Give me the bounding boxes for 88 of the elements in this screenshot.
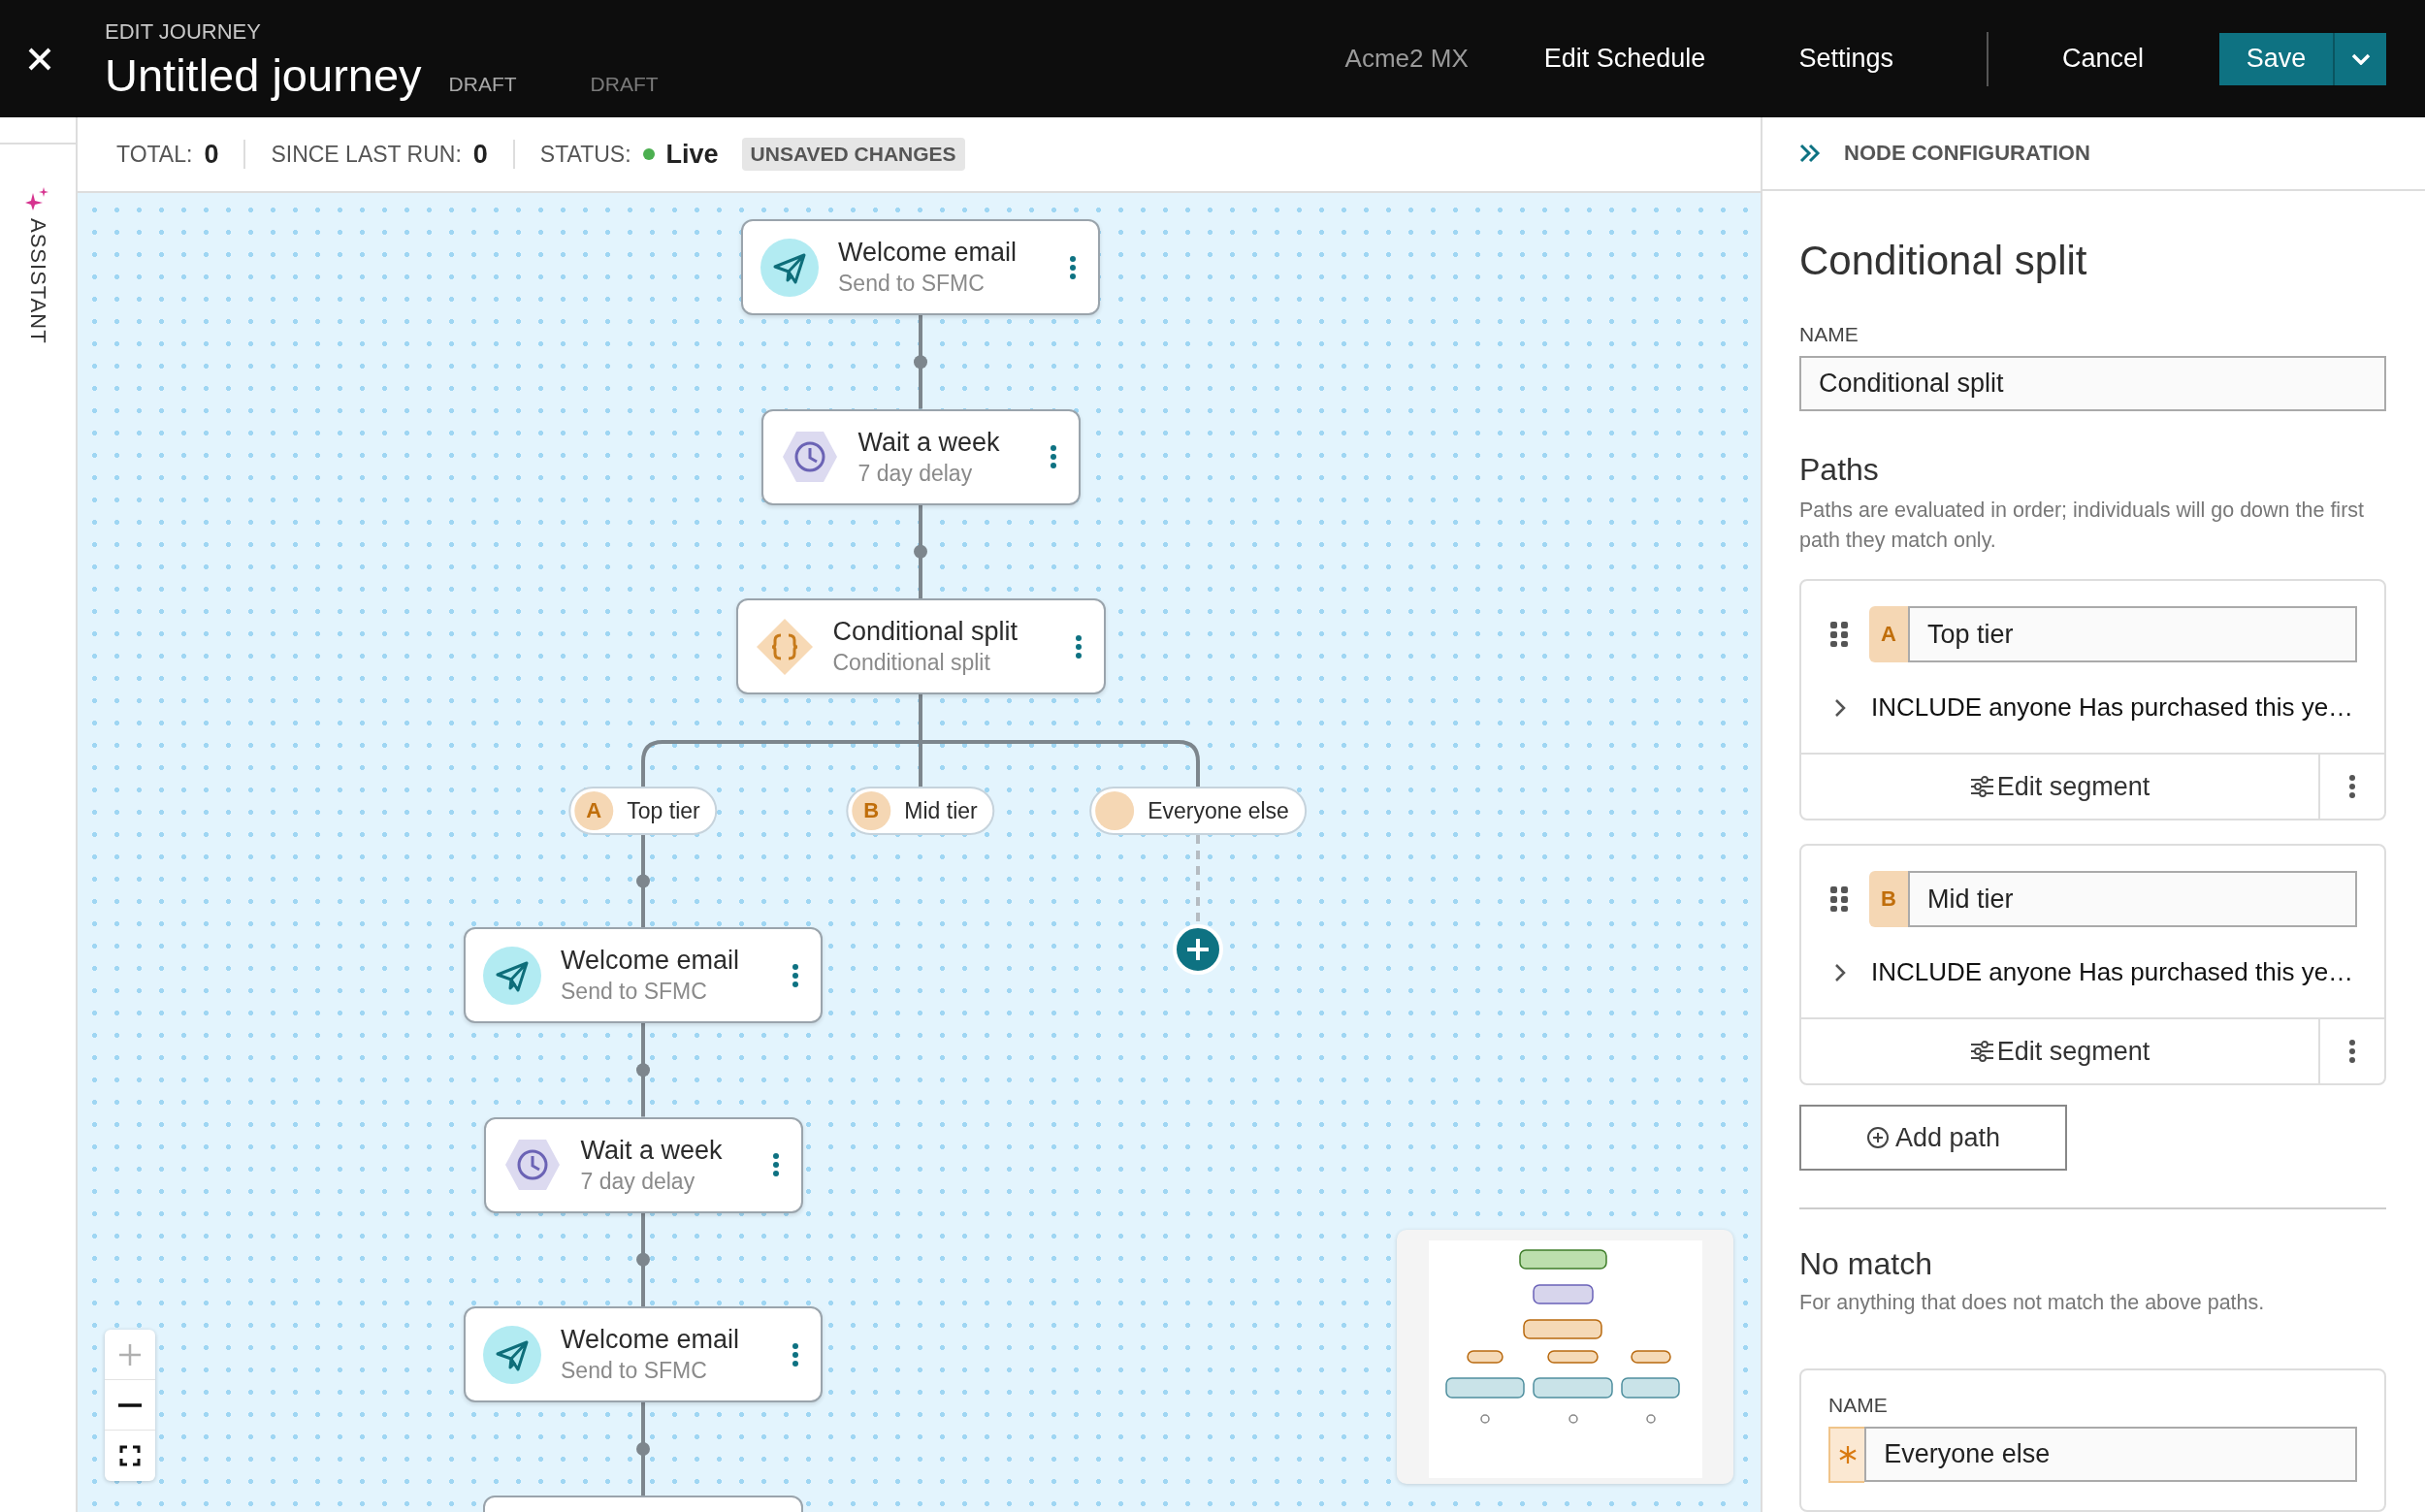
more-icon[interactable] [1069, 254, 1077, 280]
node-subtitle: Send to SFMC [838, 271, 986, 297]
node-title: Welcome email [838, 238, 1018, 268]
fit-screen-icon [119, 1445, 141, 1466]
status-label: DRAFT [590, 73, 659, 96]
path-letter: B [1869, 871, 1908, 927]
paper-plane-icon [483, 946, 541, 1005]
path-letter: A [1869, 606, 1908, 662]
path-pill[interactable]: B Mid tier [846, 787, 995, 835]
close-icon[interactable] [27, 46, 52, 72]
node-card[interactable]: Welcome email Send to SFMC [464, 927, 823, 1023]
node-card[interactable]: Welcome email Send to SFMC [741, 219, 1100, 315]
field-label: NAME [1799, 323, 1859, 346]
account-name: Acme2 MX [1344, 44, 1469, 74]
edit-segment-button[interactable]: Edit segment [1801, 755, 2318, 819]
segment-rule: INCLUDE anyone Has purchased this ye… [1871, 957, 2354, 987]
path-name-field[interactable]: Everyone else [1864, 1427, 2357, 1482]
node-subtitle: 7 day delay [580, 1168, 696, 1195]
stat-value: 0 [204, 139, 219, 170]
more-icon[interactable] [2348, 1039, 2356, 1064]
plus-icon [118, 1342, 142, 1367]
more-icon[interactable] [771, 1152, 780, 1177]
double-chevron-right-icon[interactable] [1799, 143, 1821, 164]
section-description: For anything that does not match the above paths. [1799, 1290, 2266, 1316]
stat-value: Live [665, 139, 719, 170]
save-dropdown-button[interactable] [2333, 32, 2386, 85]
node-subtitle: Conditional split [832, 650, 991, 676]
panel-title: Conditional split [1799, 238, 2088, 284]
stat-value: 0 [472, 139, 488, 170]
panel-header: NODE CONFIGURATION [1844, 141, 2090, 166]
cancel-button[interactable]: Cancel [2061, 44, 2144, 74]
path-name-field[interactable]: Mid tier [1908, 871, 2357, 927]
node-card[interactable]: Wait a week 7 day delay [483, 1116, 803, 1213]
node-card[interactable]: Welcome email Send to SFMC [464, 1306, 823, 1402]
stat-label: TOTAL: [116, 141, 193, 168]
more-icon[interactable] [792, 962, 799, 988]
plus-circle-icon [1865, 1126, 1890, 1149]
drag-handle-icon[interactable] [1830, 886, 1848, 912]
section-description: Paths are evaluated in order; individuals will go down the first path they match only. [1799, 498, 2365, 554]
more-icon[interactable] [2348, 774, 2356, 799]
unsaved-badge: UNSAVED CHANGES [741, 138, 965, 171]
path-letter: B [852, 791, 891, 830]
sliders-icon [1969, 776, 1993, 797]
minimap[interactable] [1397, 1230, 1733, 1484]
node-title: Wait a week [857, 427, 1001, 458]
nav-link[interactable]: Settings [1798, 44, 1893, 74]
paper-plane-icon [483, 1325, 541, 1384]
status-label: DRAFT [448, 73, 517, 96]
node-subtitle: Send to SFMC [561, 1358, 708, 1384]
section-heading: No match [1799, 1246, 1933, 1282]
node-title: Welcome email [561, 1325, 741, 1355]
minus-icon [118, 1402, 142, 1407]
segment-rule: INCLUDE anyone Has purchased this ye… [1871, 692, 2354, 723]
save-button[interactable]: Save [2219, 32, 2333, 85]
asterisk-icon [1837, 1445, 1858, 1464]
name-field[interactable]: Conditional split [1799, 356, 2386, 411]
section-heading: Paths [1799, 452, 1880, 488]
field-label: NAME [1828, 1394, 1889, 1417]
drag-handle-icon[interactable] [1830, 622, 1848, 647]
path-letter: A [574, 791, 614, 830]
path-name-field[interactable]: Top tier [1908, 606, 2357, 662]
more-icon[interactable] [1049, 444, 1057, 469]
node-title: Welcome email [561, 946, 741, 976]
paper-plane-icon [760, 238, 819, 297]
more-icon[interactable] [1074, 633, 1083, 659]
node-title: Conditional split [832, 617, 1019, 647]
chevron-right-icon[interactable] [1834, 962, 1846, 982]
assistant-tab[interactable]: ASSISTANT [19, 145, 56, 345]
journey-title: Untitled journey [105, 48, 422, 102]
nav-link[interactable]: Edit Schedule [1543, 44, 1706, 74]
add-path-button[interactable]: Add path [1799, 1105, 2067, 1171]
stat-label: STATUS: [539, 141, 631, 168]
add-step-button[interactable] [1173, 924, 1223, 975]
path-pill[interactable]: Everyone else [1089, 787, 1307, 835]
page-overline: EDIT JOURNEY [105, 19, 262, 45]
stat-label: SINCE LAST RUN: [271, 141, 462, 168]
path-pill[interactable]: A Top tier [568, 787, 718, 835]
node-subtitle: Send to SFMC [561, 979, 708, 1005]
node-card[interactable]: Conditional split Conditional split [735, 598, 1106, 694]
node-subtitle: 7 day delay [857, 460, 974, 487]
edit-segment-button[interactable]: Edit segment [1801, 1019, 2318, 1083]
chevron-down-icon [2350, 52, 2371, 65]
more-icon[interactable] [792, 1341, 799, 1367]
braces-icon [755, 617, 814, 676]
node-card[interactable]: Wait a week 7 day delay [760, 408, 1081, 505]
chevron-right-icon[interactable] [1834, 697, 1846, 718]
node-title: Wait a week [580, 1135, 724, 1166]
sliders-icon [1969, 1041, 1993, 1062]
